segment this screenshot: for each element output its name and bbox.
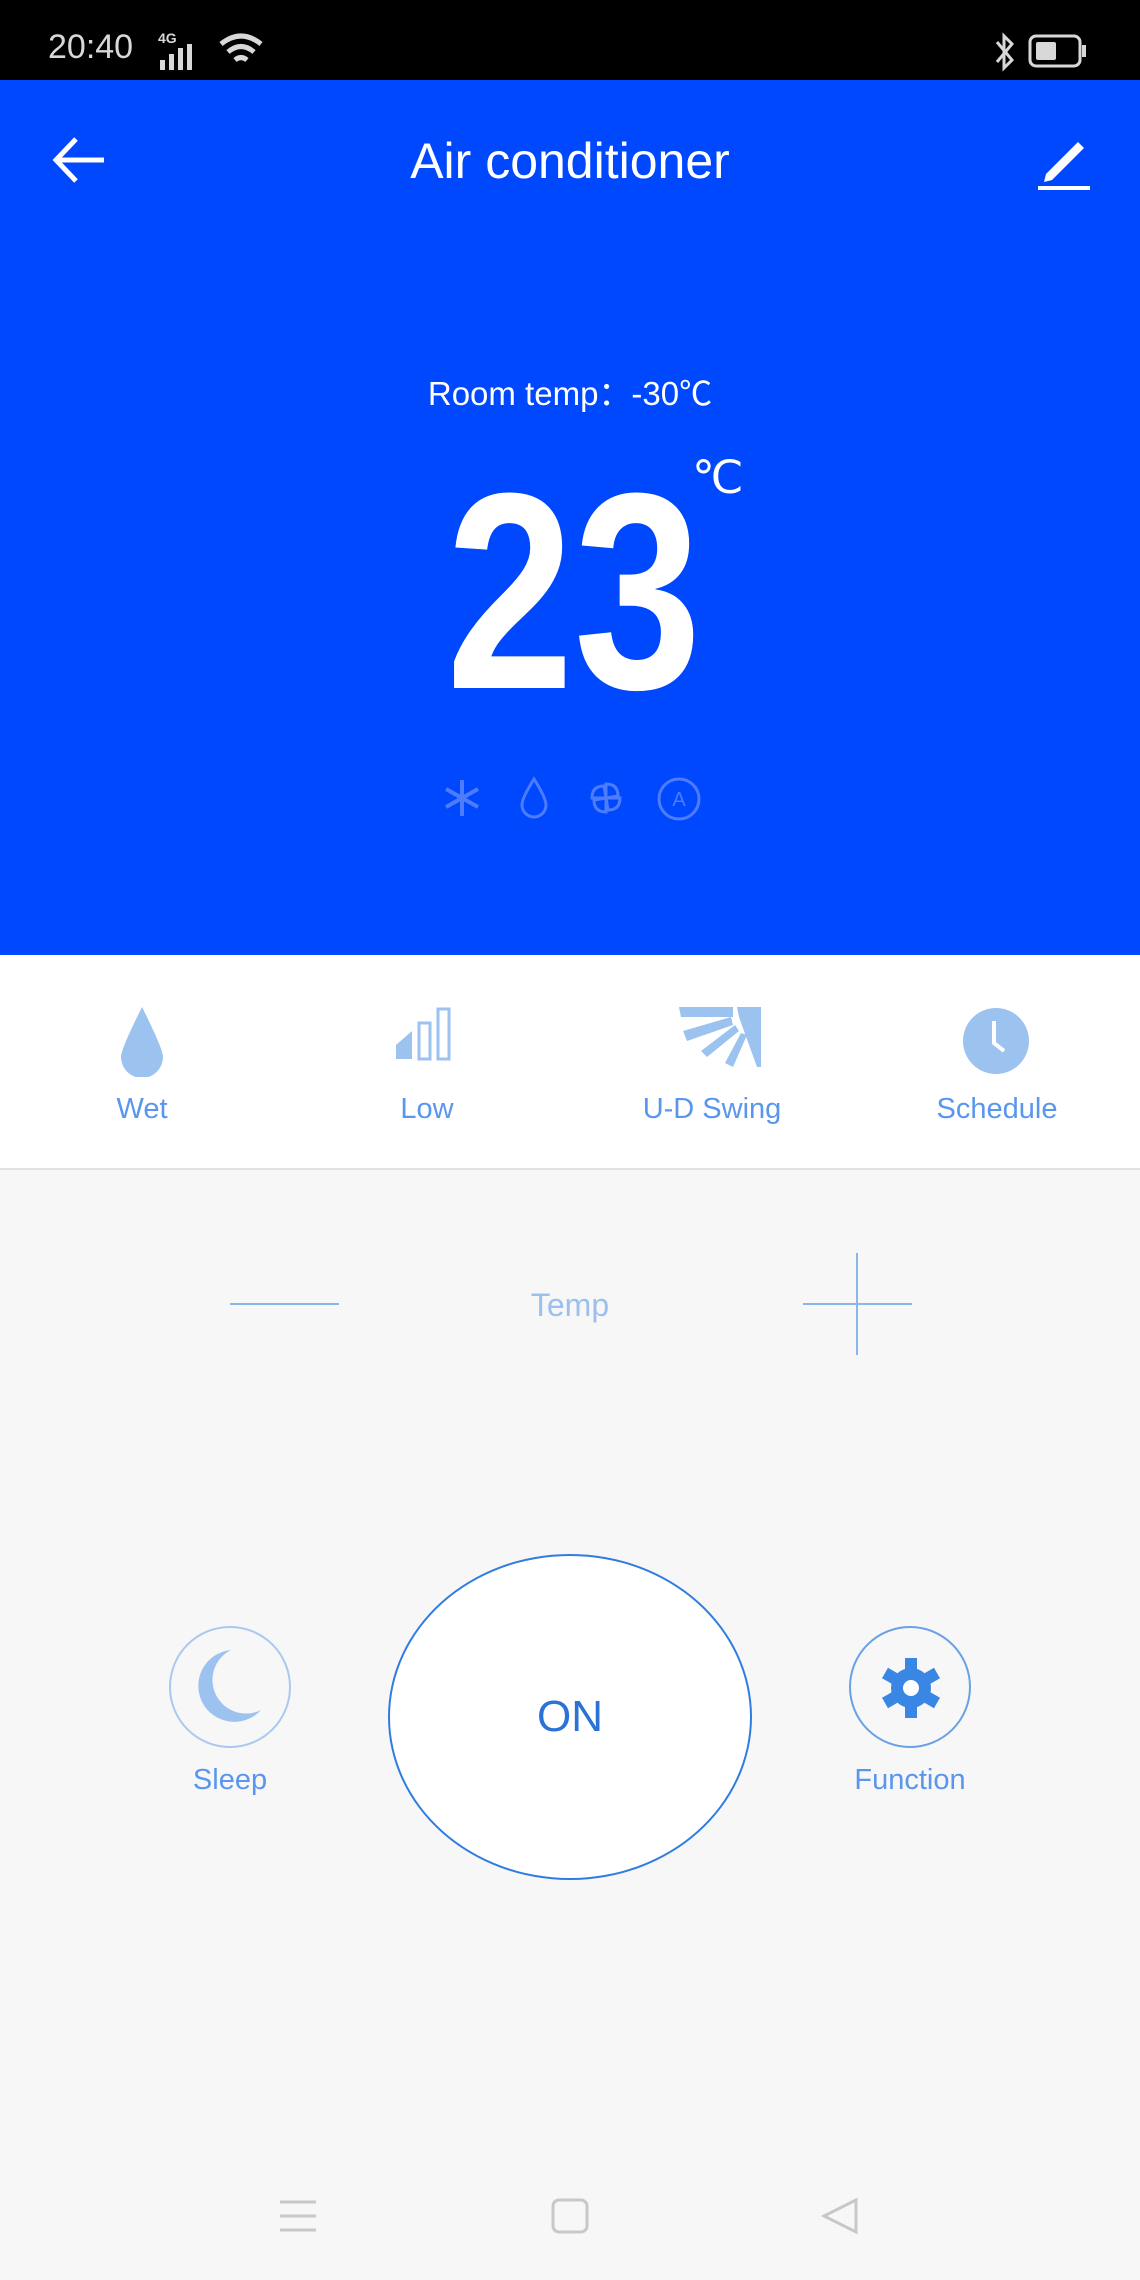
clock-icon: [963, 1008, 1029, 1074]
temp-increase-button[interactable]: [803, 1253, 912, 1355]
swing-label: U-D Swing: [642, 1093, 782, 1125]
schedule-label: Schedule: [936, 1093, 1058, 1125]
wifi-icon: [219, 33, 263, 63]
signal-icon: [160, 44, 192, 70]
set-temperature: 23: [446, 436, 702, 748]
power-label: ON: [537, 1692, 603, 1741]
bluetooth-icon: [995, 32, 1015, 72]
pencil-icon[interactable]: [1034, 136, 1094, 192]
power-button[interactable]: ON: [388, 1554, 752, 1880]
temperature-unit: ℃: [692, 451, 744, 503]
wet-label: Wet: [116, 1093, 168, 1125]
snowflake-icon: [445, 780, 479, 816]
back-nav-icon[interactable]: [820, 2196, 860, 2236]
battery-icon: [1028, 34, 1086, 68]
sleep-label: Sleep: [192, 1764, 268, 1796]
moon-icon: [198, 1650, 261, 1722]
auto-icon: A: [657, 777, 701, 821]
fan-speed-icon: [396, 1007, 451, 1061]
device-header: Air conditioner Room temp：-30℃ 23 ℃ A: [0, 80, 1140, 955]
room-temperature: Room temp：-30℃: [427, 375, 713, 412]
swing-icon: [679, 1007, 761, 1067]
function-label: Function: [854, 1764, 966, 1796]
quick-controls: Wet Low U-D Swing Schedule: [0, 955, 1140, 1170]
drop-icon: [520, 776, 548, 819]
sleep-button[interactable]: [169, 1626, 291, 1748]
function-button[interactable]: [849, 1626, 971, 1748]
swing-button[interactable]: U-D Swing: [582, 955, 842, 1170]
fan-speed-label: Low: [400, 1093, 454, 1125]
schedule-button[interactable]: Schedule: [867, 955, 1127, 1170]
wet-button[interactable]: Wet: [12, 955, 272, 1170]
plus-icon-v: [856, 1253, 858, 1355]
gear-icon: [882, 1658, 940, 1718]
page-title: Air conditioner: [410, 133, 730, 189]
fan-icon: [590, 782, 622, 814]
menu-icon[interactable]: [278, 2198, 318, 2234]
temp-label: Temp: [530, 1287, 610, 1323]
fan-speed-button[interactable]: Low: [297, 955, 557, 1170]
drop-icon: [121, 1007, 163, 1077]
status-time: 20:40: [48, 28, 134, 66]
home-icon[interactable]: [551, 2198, 589, 2234]
svg-text:A: A: [672, 789, 686, 811]
status-bar: 20:40 4G: [0, 0, 1140, 80]
